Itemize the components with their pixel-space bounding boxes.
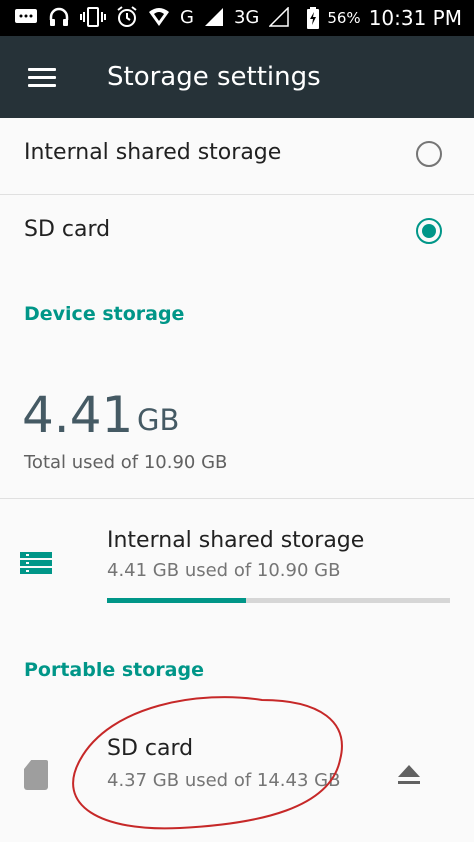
- storage-icon: [20, 552, 52, 580]
- message-icon: [15, 9, 37, 23]
- radio-button-sd-card[interactable]: [416, 218, 442, 244]
- divider: [0, 498, 474, 499]
- total-used-summary: Total used of 10.90 GB: [24, 452, 228, 473]
- vibrate-icon: [80, 7, 106, 27]
- used-storage-value: 4.41: [22, 386, 134, 444]
- alarm-icon: [117, 6, 137, 27]
- status-icons-left: G 3G: [14, 6, 290, 28]
- carrier-letter: G: [180, 6, 194, 28]
- wifi-icon: [149, 8, 169, 26]
- volume-title: SD card: [107, 736, 194, 761]
- usage-progress-fill: [107, 598, 246, 603]
- page-title: Storage settings: [107, 62, 321, 92]
- sd-card-icon: [24, 760, 48, 790]
- app-toolbar: Storage settings: [0, 36, 474, 118]
- radio-button-internal[interactable]: [416, 141, 442, 167]
- option-label: Internal shared storage: [24, 140, 282, 165]
- section-title-device-storage: Device storage: [24, 303, 185, 325]
- signal-icon: [204, 8, 223, 26]
- status-icons-right: 56% 10:31 PM: [307, 6, 462, 30]
- option-internal-shared-storage[interactable]: Internal shared storage: [0, 118, 474, 195]
- eject-icon[interactable]: [398, 765, 420, 787]
- section-title-portable-storage: Portable storage: [24, 659, 204, 681]
- used-storage-unit: GB: [137, 403, 180, 437]
- menu-icon[interactable]: [28, 68, 56, 88]
- network-type: 3G: [233, 6, 260, 28]
- usage-progress-bar: [107, 598, 450, 603]
- status-bar: G 3G 56% 10:31 PM: [0, 0, 474, 36]
- headphones-icon: [49, 7, 69, 26]
- signal-icon-2: [269, 7, 290, 27]
- clock: 10:31 PM: [368, 6, 462, 30]
- volume-title: Internal shared storage: [107, 528, 365, 553]
- option-label: SD card: [24, 217, 111, 242]
- volume-summary: 4.41 GB used of 10.90 GB: [107, 560, 341, 581]
- battery-charging-icon: [307, 7, 320, 29]
- volume-summary: 4.37 GB used of 14.43 GB: [107, 770, 341, 791]
- option-sd-card[interactable]: SD card: [0, 195, 474, 271]
- battery-percent: 56%: [327, 9, 361, 27]
